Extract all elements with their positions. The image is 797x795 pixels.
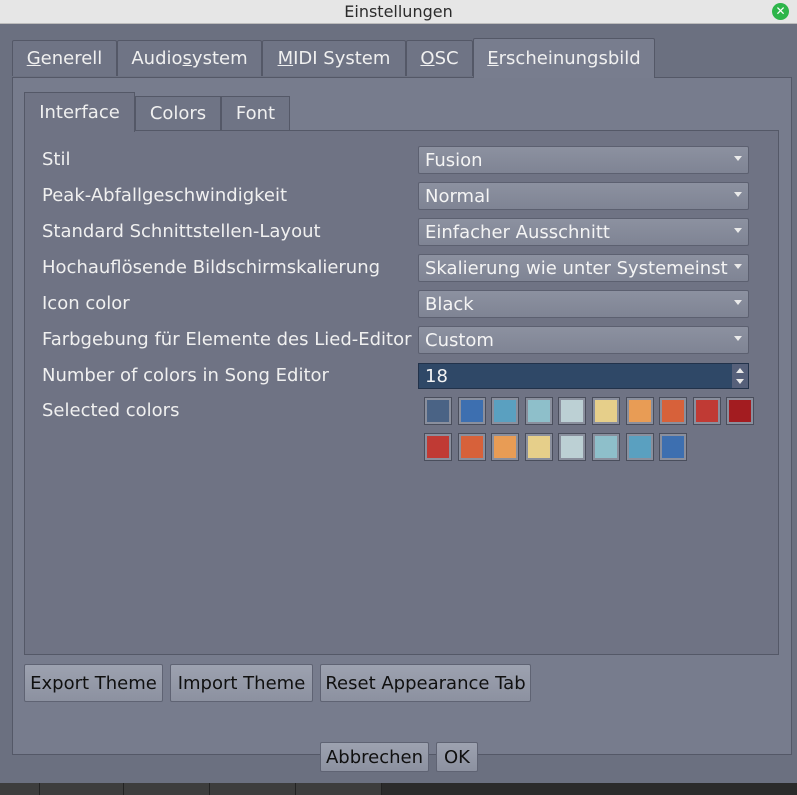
tab-label: MIDI System bbox=[277, 48, 391, 69]
chevron-down-icon bbox=[734, 192, 742, 197]
color-swatch-fill bbox=[561, 400, 584, 422]
default-layout-combobox[interactable]: Einfacher Ausschnitt bbox=[418, 218, 749, 246]
style-label: Stil bbox=[42, 149, 71, 170]
chevron-up-icon[interactable] bbox=[736, 368, 744, 373]
tab-label: Generell bbox=[26, 48, 103, 69]
chevron-down-icon bbox=[734, 156, 742, 161]
color-swatch[interactable] bbox=[625, 397, 654, 425]
color-swatch-fill bbox=[527, 436, 550, 458]
chevron-down-icon bbox=[734, 336, 742, 341]
export-theme-button[interactable]: Export Theme bbox=[24, 664, 163, 702]
icon-color-combobox[interactable]: Black bbox=[418, 290, 749, 318]
color-swatch-fill bbox=[427, 436, 449, 458]
combo-value: Normal bbox=[425, 185, 491, 207]
color-swatch[interactable] bbox=[625, 433, 654, 461]
color-swatch[interactable] bbox=[424, 397, 452, 425]
color-swatch-fill bbox=[595, 436, 617, 458]
chevron-down-icon[interactable] bbox=[736, 379, 744, 384]
color-swatch-fill bbox=[695, 400, 718, 422]
style-combobox[interactable]: Fusion bbox=[418, 146, 749, 174]
color-swatch[interactable] bbox=[726, 397, 755, 425]
color-swatch-fill bbox=[628, 436, 651, 458]
color-swatch[interactable] bbox=[592, 433, 620, 461]
color-swatch[interactable] bbox=[692, 397, 721, 425]
color-swatch[interactable] bbox=[491, 433, 520, 461]
spin-buttons[interactable] bbox=[732, 364, 748, 388]
peak-decay-label: Peak-Abfallgeschwindigkeit bbox=[42, 185, 288, 206]
color-swatch-fill bbox=[494, 436, 517, 458]
song-editor-coloring-label: Farbgebung für Elemente des Lied-Editor bbox=[42, 329, 412, 350]
background-window-strip bbox=[0, 783, 797, 795]
import-theme-button[interactable]: Import Theme bbox=[170, 664, 313, 702]
num-colors-label: Number of colors in Song Editor bbox=[42, 365, 329, 386]
color-swatch-fill bbox=[561, 436, 584, 458]
tab-general[interactable]: Generell bbox=[12, 40, 117, 76]
color-swatch-fill bbox=[628, 400, 651, 422]
ok-button[interactable]: OK bbox=[436, 742, 478, 772]
color-swatch[interactable] bbox=[424, 433, 452, 461]
color-swatch[interactable] bbox=[491, 397, 520, 425]
color-swatch[interactable] bbox=[457, 433, 486, 461]
song-editor-coloring-combobox[interactable]: Custom bbox=[418, 326, 749, 354]
chevron-down-icon bbox=[734, 264, 742, 269]
color-swatch-fill bbox=[460, 436, 483, 458]
color-swatch-fill bbox=[427, 400, 449, 422]
subtab-label: Colors bbox=[149, 103, 207, 124]
color-swatch[interactable] bbox=[659, 397, 688, 425]
hidpi-combobox[interactable]: Skalierung wie unter Systemeinst bbox=[418, 254, 749, 282]
chevron-down-icon bbox=[734, 228, 742, 233]
hidpi-label: Hochauflösende Bildschirmskalierung bbox=[42, 257, 381, 278]
color-swatch[interactable] bbox=[592, 397, 620, 425]
chevron-down-icon bbox=[734, 300, 742, 305]
color-swatch-fill bbox=[527, 400, 550, 422]
combo-value: Fusion bbox=[425, 149, 483, 171]
settings-dialog: Generell Audiosystem MIDI System OSC Ers… bbox=[0, 24, 797, 795]
close-icon[interactable]: ✕ bbox=[772, 3, 789, 20]
color-swatch-fill bbox=[460, 400, 483, 422]
tab-midi-system[interactable]: MIDI System bbox=[262, 40, 406, 76]
combo-value: Custom bbox=[425, 329, 494, 351]
color-swatch[interactable] bbox=[457, 397, 486, 425]
subtab-interface[interactable]: Interface bbox=[24, 92, 135, 132]
combo-value: Einfacher Ausschnitt bbox=[425, 221, 610, 243]
color-swatch[interactable] bbox=[558, 397, 587, 425]
subtab-label: Interface bbox=[39, 102, 120, 123]
color-swatch[interactable] bbox=[558, 433, 587, 461]
subtab-colors[interactable]: Colors bbox=[135, 96, 221, 130]
window-title: Einstellungen bbox=[344, 2, 453, 21]
color-swatch-fill bbox=[595, 400, 617, 422]
subtab-label: Font bbox=[235, 103, 276, 124]
color-swatch[interactable] bbox=[659, 433, 688, 461]
color-swatch-fill bbox=[494, 400, 517, 422]
color-swatch-fill bbox=[729, 400, 752, 422]
cancel-button[interactable]: Abbrechen bbox=[320, 742, 429, 772]
color-swatch[interactable] bbox=[524, 433, 553, 461]
num-colors-spinbox[interactable]: 18 bbox=[418, 363, 749, 389]
peak-decay-combobox[interactable]: Normal bbox=[418, 182, 749, 210]
color-swatch[interactable] bbox=[524, 397, 553, 425]
color-swatch-fill bbox=[662, 436, 685, 458]
selected-colors-label: Selected colors bbox=[42, 400, 180, 421]
spin-value: 18 bbox=[425, 365, 448, 387]
window-titlebar: Einstellungen ✕ bbox=[0, 0, 797, 24]
default-layout-label: Standard Schnittstellen-Layout bbox=[42, 221, 321, 242]
combo-value: Black bbox=[425, 293, 474, 315]
tab-audiosystem[interactable]: Audiosystem bbox=[117, 40, 262, 76]
reset-appearance-tab-button[interactable]: Reset Appearance Tab bbox=[320, 664, 531, 702]
combo-value: Skalierung wie unter Systemeinst bbox=[425, 257, 728, 279]
tab-appearance[interactable]: Erscheinungsbild bbox=[473, 38, 655, 78]
icon-color-label: Icon color bbox=[42, 293, 130, 314]
tab-label: OSC bbox=[420, 48, 459, 69]
color-swatch-fill bbox=[662, 400, 685, 422]
tab-osc[interactable]: OSC bbox=[406, 40, 473, 76]
tab-label: Erscheinungsbild bbox=[487, 48, 641, 69]
subtab-font[interactable]: Font bbox=[221, 96, 290, 130]
tab-label: Audiosystem bbox=[131, 48, 248, 69]
